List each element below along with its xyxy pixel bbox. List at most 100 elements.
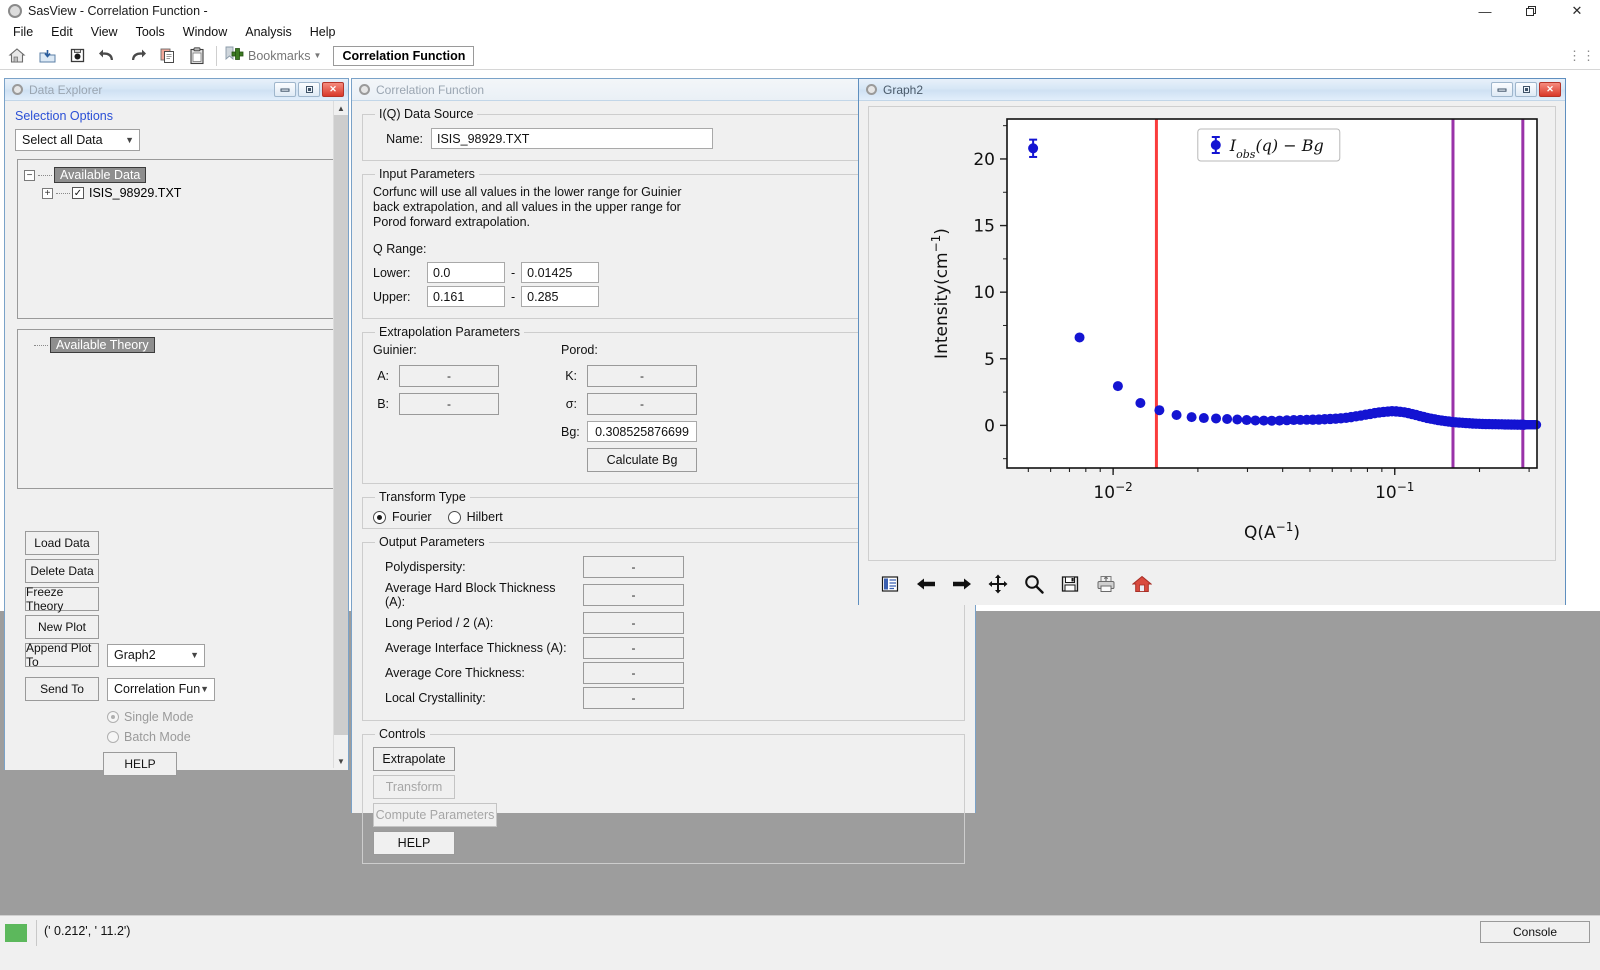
fourier-radio[interactable] (373, 511, 386, 524)
batch-mode-label: Batch Mode (124, 730, 191, 744)
menu-window[interactable]: Window (174, 24, 236, 40)
home-icon[interactable] (2, 43, 32, 69)
scrollbar-thumb[interactable] (334, 115, 348, 735)
expand-icon[interactable]: + (42, 188, 53, 199)
selection-options-label[interactable]: Selection Options (5, 101, 348, 129)
collapse-icon[interactable]: − (24, 170, 35, 181)
menu-edit[interactable]: Edit (42, 24, 82, 40)
data-explorer-titlebar: Data Explorer ✕ (5, 79, 348, 101)
batch-mode-radio[interactable] (107, 731, 119, 743)
pan-move-icon[interactable] (986, 572, 1010, 596)
scroll-up-icon[interactable]: ▲ (334, 101, 348, 115)
forward-arrow-icon[interactable] (950, 572, 974, 596)
porod-bg-input[interactable]: 0.308525876699 (587, 421, 697, 442)
redo-icon[interactable] (122, 43, 152, 69)
analysis-tab-correlation-function[interactable]: Correlation Function (333, 46, 474, 66)
append-plot-combo[interactable]: Graph2 ▼ (107, 644, 205, 667)
back-arrow-icon[interactable] (914, 572, 938, 596)
single-mode-label: Single Mode (124, 710, 194, 724)
close-button[interactable]: ✕ (322, 82, 344, 97)
home-icon[interactable] (1130, 572, 1154, 596)
main-toolbar: Bookmarks ▼ Correlation Function ⋮⋮ (0, 42, 1600, 70)
tree-row-available-data[interactable]: − Available Data (18, 166, 337, 184)
data-item-label: ISIS_98929.TXT (89, 186, 181, 200)
tree-connector (34, 345, 48, 346)
hilbert-radio[interactable] (448, 511, 461, 524)
console-button[interactable]: Console (1480, 921, 1590, 943)
data-item-checkbox[interactable]: ✓ (72, 187, 84, 199)
minimize-button[interactable] (1491, 82, 1513, 97)
app-title: SasView - Correlation Function - (28, 4, 208, 18)
data-explorer-scrollbar[interactable]: ▲ ▼ (333, 101, 347, 768)
intensity-vs-q-plot[interactable]: 10−210−105101520Iobs(q) − BgQ(A−1)Intens… (869, 107, 1555, 560)
toolbar-overflow-icon[interactable]: ⋮⋮ (1568, 48, 1596, 64)
minimize-button[interactable]: — (1462, 0, 1508, 22)
undo-icon[interactable] (92, 43, 122, 69)
print-icon[interactable] (1094, 572, 1118, 596)
save-floppy-icon[interactable] (1058, 572, 1082, 596)
window-controls: — ✕ (1462, 0, 1600, 22)
controls-legend: Controls (375, 727, 430, 741)
send-to-button[interactable]: Send To (25, 677, 99, 701)
load-data-button[interactable]: Load Data (25, 531, 99, 555)
porod-k-value: - (587, 365, 697, 387)
open-folder-icon[interactable] (32, 43, 62, 69)
matplotlib-canvas[interactable]: 10−210−105101520Iobs(q) − BgQ(A−1)Intens… (868, 106, 1556, 561)
save-disk-icon[interactable] (62, 43, 92, 69)
copy-icon[interactable] (152, 43, 182, 69)
graph-body: 10−210−105101520Iobs(q) − BgQ(A−1)Intens… (859, 101, 1565, 605)
single-mode-radio-row[interactable]: Single Mode (107, 710, 215, 724)
send-to-combo[interactable]: Correlation Function ▼ (107, 678, 215, 701)
data-source-name-input[interactable]: ISIS_98929.TXT (431, 128, 713, 149)
upper-to-input[interactable]: 0.285 (521, 286, 599, 307)
new-plot-button[interactable]: New Plot (25, 615, 99, 639)
menu-help[interactable]: Help (301, 24, 345, 40)
zoom-magnifier-icon[interactable] (1022, 572, 1046, 596)
close-button[interactable]: ✕ (1554, 0, 1600, 22)
transform-type-legend: Transform Type (375, 490, 470, 504)
chevron-down-icon[interactable]: ▼ (314, 51, 322, 60)
guinier-b-value: - (399, 393, 499, 415)
lower-from-input[interactable]: 0.0 (427, 262, 505, 283)
close-button[interactable]: ✕ (1539, 82, 1561, 97)
menu-view[interactable]: View (82, 24, 127, 40)
single-mode-radio[interactable] (107, 711, 119, 723)
tree-row-available-theory[interactable]: Available Theory (18, 336, 337, 354)
lower-to-input[interactable]: 0.01425 (521, 262, 599, 283)
calculate-bg-button[interactable]: Calculate Bg (587, 448, 697, 472)
menu-tools[interactable]: Tools (127, 24, 174, 40)
maximize-button[interactable] (1508, 0, 1554, 22)
output-value-interface: - (583, 637, 684, 659)
available-theory-tree[interactable]: Available Theory (17, 329, 338, 489)
restore-button[interactable] (1515, 82, 1537, 97)
configure-subplots-icon[interactable] (878, 572, 902, 596)
scroll-down-icon[interactable]: ▼ (334, 754, 348, 768)
graph-titlebar: Graph2 ✕ (859, 79, 1565, 101)
add-bookmark-icon[interactable] (221, 44, 245, 67)
controls-help-button[interactable]: HELP (373, 831, 455, 855)
append-plot-to-button[interactable]: Append Plot To (25, 643, 99, 667)
batch-mode-radio-row[interactable]: Batch Mode (107, 730, 215, 744)
paste-icon[interactable] (182, 43, 212, 69)
available-data-tree[interactable]: − Available Data + ✓ ISIS_98929.TXT (17, 159, 338, 319)
porod-sigma-label: σ: (561, 397, 577, 411)
upper-from-input[interactable]: 0.161 (427, 286, 505, 307)
porod-sigma-value: - (587, 393, 697, 415)
extrapolate-button[interactable]: Extrapolate (373, 747, 455, 771)
freeze-theory-button[interactable]: Freeze Theory (25, 587, 99, 611)
select-all-data-value: Select all Data (22, 133, 103, 147)
available-data-label: Available Data (54, 167, 146, 183)
minimize-button[interactable] (274, 82, 296, 97)
menu-analysis[interactable]: Analysis (236, 24, 301, 40)
tree-row-data-item[interactable]: + ✓ ISIS_98929.TXT (18, 184, 337, 202)
help-button[interactable]: HELP (103, 752, 177, 776)
transform-button: Transform (373, 775, 455, 799)
mdi-desktop: Data Explorer ✕ Selection Options Select… (0, 70, 1600, 915)
status-coordinates: (' 0.212', ' 11.2') (44, 924, 130, 938)
guinier-a-value: - (399, 365, 499, 387)
select-all-data-dropdown[interactable]: Select all Data ▼ (15, 129, 140, 151)
delete-data-button[interactable]: Delete Data (25, 559, 99, 583)
bookmarks-control[interactable]: Bookmarks ▼ (221, 44, 327, 67)
menu-file[interactable]: File (4, 24, 42, 40)
restore-button[interactable] (298, 82, 320, 97)
